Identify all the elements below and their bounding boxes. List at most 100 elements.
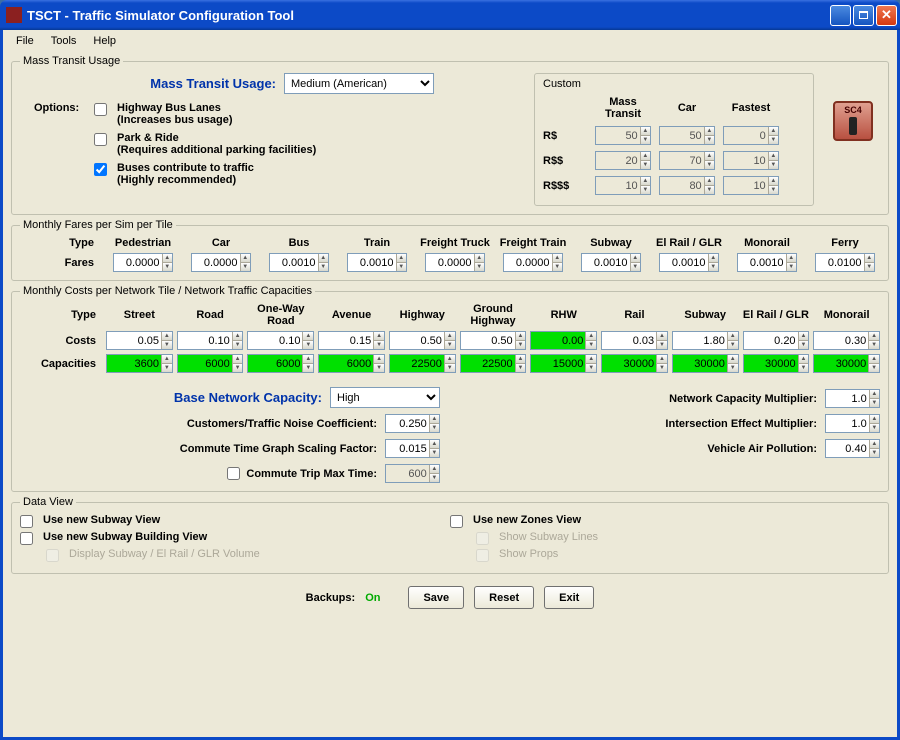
legend-mtu: Mass Transit Usage xyxy=(20,55,123,67)
fares-hdr-7: El Rail / GLR xyxy=(654,237,724,249)
group-fares: Monthly Fares per Sim per Tile Type Pede… xyxy=(11,219,889,281)
group-custom: Custom Mass Transit Car Fastest R$ ▲▼ ▲▼… xyxy=(534,73,814,206)
cost-oneway[interactable]: ▲▼ xyxy=(247,331,314,350)
sub-bus-lanes: (Increases bus usage) xyxy=(117,114,233,126)
exit-button[interactable]: Exit xyxy=(544,586,594,609)
cap-type-label: Type xyxy=(20,309,102,321)
cap-hdr-5: Ground Highway xyxy=(460,303,527,327)
menu-tools[interactable]: Tools xyxy=(44,33,84,49)
chk-buses-traffic[interactable] xyxy=(94,163,107,176)
legend-custom: Custom xyxy=(543,78,805,90)
fare-ferry[interactable]: ▲▼ xyxy=(815,253,875,272)
titlebar: TSCT - Traffic Simulator Configuration T… xyxy=(0,0,900,30)
cost-highway[interactable]: ▲▼ xyxy=(389,331,456,350)
air-value[interactable]: ▲▼ xyxy=(825,439,880,458)
save-button[interactable]: Save xyxy=(408,586,464,609)
cost-subway[interactable]: ▲▼ xyxy=(672,331,739,350)
cap-oneway[interactable]: ▲▼ xyxy=(247,354,314,373)
mtu-label: Mass Transit Usage: xyxy=(20,76,284,91)
base-capacity-select[interactable]: High xyxy=(330,387,440,408)
backups-value: On xyxy=(365,592,380,604)
cost-elrail[interactable]: ▲▼ xyxy=(743,331,810,350)
fare-pedestrian[interactable]: ▲▼ xyxy=(113,253,173,272)
fare-train[interactable]: ▲▼ xyxy=(347,253,407,272)
cap-avenue[interactable]: ▲▼ xyxy=(318,354,385,373)
cap-gnd-highway[interactable]: ▲▼ xyxy=(460,354,527,373)
chk-show-props xyxy=(476,549,489,562)
cap-hdr-2: One-Way Road xyxy=(247,303,314,327)
fare-freight-train[interactable]: ▲▼ xyxy=(503,253,563,272)
fares-hdr-2: Bus xyxy=(264,237,334,249)
fare-monorail[interactable]: ▲▼ xyxy=(737,253,797,272)
group-mass-transit-usage: Mass Transit Usage Mass Transit Usage: M… xyxy=(11,55,889,215)
menu-file[interactable]: File xyxy=(9,33,41,49)
commute-max-value[interactable]: ▲▼ xyxy=(385,464,440,483)
fares-type-label: Type xyxy=(20,237,100,249)
fare-car[interactable]: ▲▼ xyxy=(191,253,251,272)
cost-gnd-highway[interactable]: ▲▼ xyxy=(460,331,527,350)
cap-subway[interactable]: ▲▼ xyxy=(672,354,739,373)
custom-rrr-fast[interactable]: ▲▼ xyxy=(723,176,779,195)
legend-dataview: Data View xyxy=(20,496,76,508)
minimize-button[interactable]: _ xyxy=(830,5,851,26)
netcap-mult-label: Network Capacity Multiplier: xyxy=(460,393,825,405)
netcap-mult-value[interactable]: ▲▼ xyxy=(825,389,880,408)
menu-help[interactable]: Help xyxy=(86,33,123,49)
fares-hdr-6: Subway xyxy=(576,237,646,249)
custom-r-mt[interactable]: ▲▼ xyxy=(595,126,651,145)
custom-rr-mt[interactable]: ▲▼ xyxy=(595,151,651,170)
group-costs: Monthly Costs per Network Tile / Network… xyxy=(11,285,889,492)
lbl-subway-building: Use new Subway Building View xyxy=(43,531,207,543)
custom-row-rr: R$$ xyxy=(543,155,587,167)
cost-street[interactable]: ▲▼ xyxy=(106,331,173,350)
cap-street[interactable]: ▲▼ xyxy=(106,354,173,373)
cost-rail[interactable]: ▲▼ xyxy=(601,331,668,350)
cap-monorail[interactable]: ▲▼ xyxy=(813,354,880,373)
reset-button[interactable]: Reset xyxy=(474,586,534,609)
base-capacity-label: Base Network Capacity: xyxy=(20,390,330,405)
custom-hdr-car: Car xyxy=(659,102,715,114)
cap-rail[interactable]: ▲▼ xyxy=(601,354,668,373)
cap-highway[interactable]: ▲▼ xyxy=(389,354,456,373)
fares-hdr-3: Train xyxy=(342,237,412,249)
cost-rhw[interactable]: ▲▼ xyxy=(530,331,597,350)
custom-rrr-car[interactable]: ▲▼ xyxy=(659,176,715,195)
group-dataview: Data View Use new Subway View Use new Su… xyxy=(11,496,889,574)
cap-road[interactable]: ▲▼ xyxy=(177,354,244,373)
fare-elrail[interactable]: ▲▼ xyxy=(659,253,719,272)
cap-hdr-8: Subway xyxy=(672,309,739,321)
chk-bus-lanes[interactable] xyxy=(94,103,107,116)
custom-rrr-mt[interactable]: ▲▼ xyxy=(595,176,651,195)
chk-subway-view[interactable] xyxy=(20,515,33,528)
cap-hdr-3: Avenue xyxy=(318,309,385,321)
close-button[interactable]: ✕ xyxy=(876,5,897,26)
window-title: TSCT - Traffic Simulator Configuration T… xyxy=(27,8,830,23)
legend-fares: Monthly Fares per Sim per Tile xyxy=(20,219,176,231)
fare-bus[interactable]: ▲▼ xyxy=(269,253,329,272)
fare-subway[interactable]: ▲▼ xyxy=(581,253,641,272)
mtu-select[interactable]: Medium (American) xyxy=(284,73,434,94)
sc4-logo-icon: SC4 xyxy=(833,101,873,141)
custom-r-car[interactable]: ▲▼ xyxy=(659,126,715,145)
custom-r-fast[interactable]: ▲▼ xyxy=(723,126,779,145)
fare-freight-truck[interactable]: ▲▼ xyxy=(425,253,485,272)
maximize-button[interactable] xyxy=(853,5,874,26)
fares-hdr-5: Freight Train xyxy=(498,237,568,249)
costs-row-label: Costs xyxy=(20,335,102,347)
cap-rhw[interactable]: ▲▼ xyxy=(530,354,597,373)
chk-park-ride[interactable] xyxy=(94,133,107,146)
intersection-value[interactable]: ▲▼ xyxy=(825,414,880,433)
menubar: File Tools Help xyxy=(3,30,897,52)
cost-monorail[interactable]: ▲▼ xyxy=(813,331,880,350)
custom-rr-car[interactable]: ▲▼ xyxy=(659,151,715,170)
chk-subway-building[interactable] xyxy=(20,532,33,545)
commute-scale-value[interactable]: ▲▼ xyxy=(385,439,440,458)
noise-value[interactable]: ▲▼ xyxy=(385,414,440,433)
cost-road[interactable]: ▲▼ xyxy=(177,331,244,350)
chk-zones-view[interactable] xyxy=(450,515,463,528)
custom-rr-fast[interactable]: ▲▼ xyxy=(723,151,779,170)
air-label: Vehicle Air Pollution: xyxy=(460,443,825,455)
cost-avenue[interactable]: ▲▼ xyxy=(318,331,385,350)
chk-commute-max[interactable] xyxy=(227,467,240,480)
cap-elrail[interactable]: ▲▼ xyxy=(743,354,810,373)
